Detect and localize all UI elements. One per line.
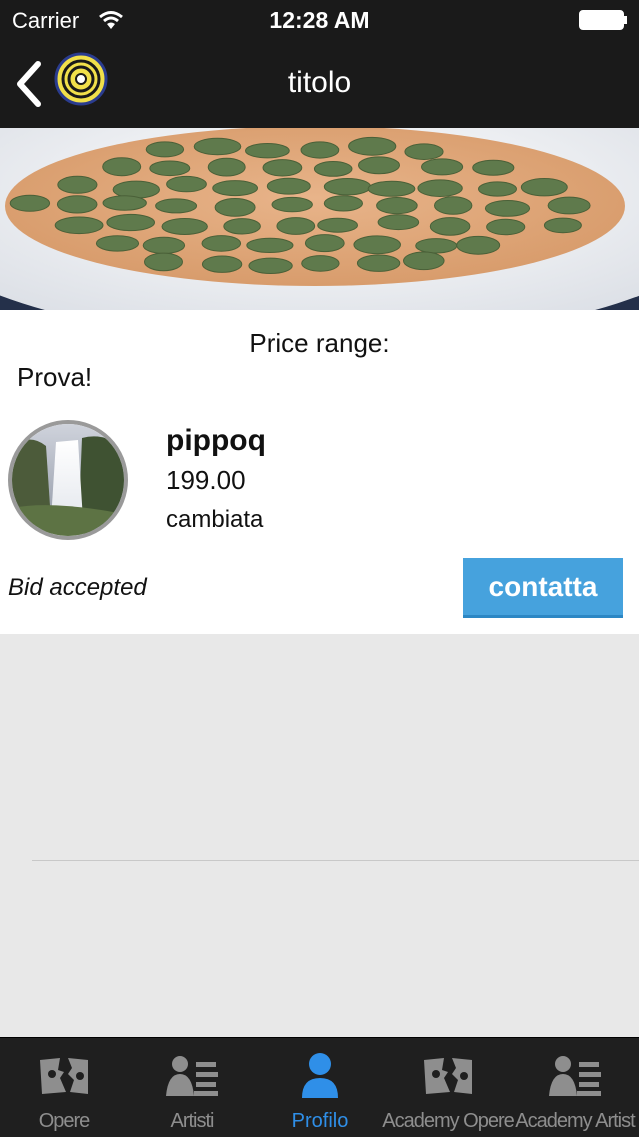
gnocco-shape <box>421 158 464 176</box>
gnocco-shape <box>9 194 51 212</box>
tab-profilo[interactable]: Profilo <box>256 1038 384 1137</box>
page-title: titolo <box>287 66 352 99</box>
gnocco-shape <box>472 159 515 176</box>
profile-icon <box>302 1053 338 1098</box>
tab-bar: Opere Artisti Profilo Academy Opere Acad… <box>0 1037 639 1137</box>
gnocco-shape <box>313 161 353 177</box>
nav-bar: titolo <box>0 40 639 128</box>
bid-card: Price range: Prova! pippoq 199.00 cambia… <box>0 310 639 634</box>
tab-artisti[interactable]: Artisti <box>128 1038 256 1137</box>
gnocco-shape <box>214 198 256 217</box>
bid-amount: 199.00 <box>166 465 246 495</box>
gnocco-shape <box>403 251 445 271</box>
list-separator <box>32 860 639 861</box>
avatar <box>8 420 128 540</box>
tab-label: Profilo <box>291 1110 349 1132</box>
tab-opere[interactable]: Opere <box>0 1038 128 1137</box>
gnocco-shape <box>484 200 531 217</box>
gnocco-shape <box>57 175 98 194</box>
bidder-name: pippoq <box>166 424 266 457</box>
academy-artworks-icon <box>424 1058 472 1094</box>
gnocco-shape <box>266 177 311 195</box>
gnocco-shape <box>304 234 345 253</box>
gnocco-shape <box>262 159 303 177</box>
tab-academy-artist[interactable]: Academy Artist <box>511 1038 639 1137</box>
artists-icon <box>166 1056 218 1096</box>
contact-button[interactable]: contatta <box>463 558 623 618</box>
gnocco-shape <box>317 217 359 233</box>
gnocco-shape <box>486 218 526 236</box>
gnocco-shape <box>301 255 340 272</box>
tab-label: Academy Opere <box>382 1110 515 1132</box>
gnocco-shape <box>377 214 420 231</box>
gnocco-shape <box>376 197 418 215</box>
gnocco-shape <box>102 195 147 211</box>
gnocco-shape <box>106 213 155 232</box>
tab-label: Artisti <box>170 1110 215 1132</box>
gnocco-shape <box>246 237 294 254</box>
gnocco-shape <box>271 196 313 213</box>
gnocco-shape <box>95 235 140 252</box>
gnocco-shape <box>404 143 444 161</box>
bid-note: cambiata <box>166 506 264 533</box>
gnocco-shape <box>429 217 471 236</box>
bid-status: Bid accepted <box>8 574 147 601</box>
gnocco-shape <box>356 254 401 272</box>
gnocco-shape <box>348 136 397 156</box>
gnocco-shape <box>166 175 207 193</box>
gnocco-shape <box>54 216 104 235</box>
gnocco-shape <box>300 141 340 159</box>
gnocco-shape <box>547 196 591 215</box>
gnocco-shape <box>144 252 183 272</box>
gnocco-shape <box>193 137 242 156</box>
waterfall-avatar-image <box>12 424 124 536</box>
gnocco-shape <box>212 180 259 197</box>
academy-artists-icon <box>549 1056 601 1096</box>
price-range-label: Price range: <box>249 328 390 358</box>
gnocco-shape <box>323 178 372 196</box>
gnocco-shape <box>201 255 243 273</box>
gnocco-shape <box>520 178 568 197</box>
battery-icon <box>579 10 627 30</box>
gnocco-shape <box>223 218 261 235</box>
artworks-icon <box>40 1058 88 1094</box>
dish-photo <box>0 128 639 310</box>
tab-label: Academy Artist <box>515 1110 635 1132</box>
gnocco-shape <box>417 179 463 198</box>
tab-academy-opere[interactable]: Academy Opere <box>382 1038 515 1137</box>
gnocco-shape <box>276 217 316 235</box>
gnocco-shape <box>415 238 458 254</box>
gnocco-shape <box>353 235 402 255</box>
gnocco-shape <box>207 157 246 177</box>
gnocco-shape <box>161 218 208 235</box>
gnocco-shape <box>142 236 186 255</box>
gnocco-shape <box>149 160 191 177</box>
gnocco-shape <box>323 195 363 212</box>
gnocco-shape <box>543 217 582 234</box>
gnocco-shape <box>145 141 185 158</box>
gnocco-shape <box>201 235 242 252</box>
gnocco-shape <box>434 196 473 215</box>
status-bar: Carrier 12:28 AM <box>0 0 639 40</box>
gnocco-shape <box>56 195 98 214</box>
status-time: 12:28 AM <box>269 7 370 33</box>
gnocco-shape <box>102 157 142 177</box>
gnocco-shape <box>245 143 290 159</box>
gnocco-shape <box>367 180 416 197</box>
gnocco-shape <box>155 198 198 214</box>
artwork-description: Prova! <box>17 362 93 392</box>
artwork-image <box>0 128 639 310</box>
gnocco-shape <box>478 181 517 197</box>
gnocco-shape <box>358 156 400 175</box>
gnocco-shape <box>456 235 501 255</box>
gnocco-shape <box>248 257 293 275</box>
